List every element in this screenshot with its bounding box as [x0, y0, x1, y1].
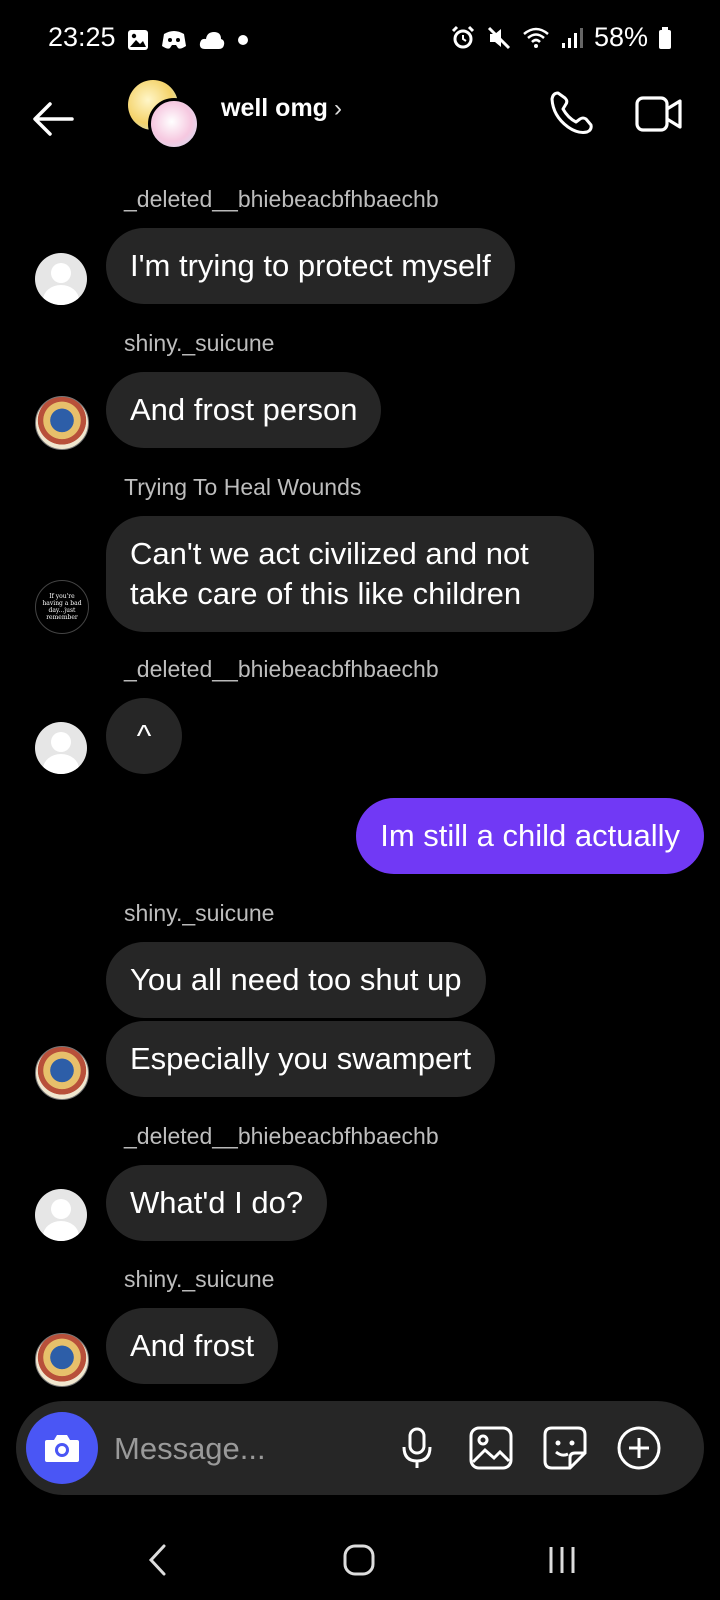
- message-bubble[interactable]: And frost: [106, 1308, 279, 1384]
- alarm-icon: [451, 25, 475, 48]
- heal-avatar[interactable]: If you're having a bad day...just rememb…: [35, 580, 89, 634]
- message-bubble[interactable]: What'd I do?: [106, 1165, 328, 1241]
- message-bubble[interactable]: And frost person: [106, 372, 382, 448]
- chat-title: well omg: [221, 94, 328, 122]
- dot-icon: [238, 35, 248, 45]
- my-message-bubble[interactable]: Im still a child actually: [356, 798, 704, 874]
- message-bubble[interactable]: Especially you swampert: [106, 1021, 496, 1097]
- group-avatar[interactable]: [128, 80, 200, 150]
- cloud-icon: [199, 32, 225, 49]
- default-avatar[interactable]: [35, 722, 87, 774]
- sender-name: shiny._suicune: [124, 900, 275, 926]
- chat-title-button[interactable]: well omg ›: [221, 94, 342, 123]
- message-input[interactable]: [112, 1423, 386, 1475]
- chevron-right-icon: ›: [333, 94, 342, 122]
- sender-name: _deleted__bhiebeacbfhbaechb: [124, 1123, 439, 1149]
- mute-icon: [487, 26, 511, 49]
- battery-percent: 58%: [593, 22, 648, 52]
- sender-name: shiny._suicune: [124, 330, 275, 356]
- message-bubble[interactable]: Can't we act civilized and not take care…: [106, 516, 594, 632]
- system-navigation-bar: [0, 1520, 720, 1600]
- wifi-icon: [523, 27, 549, 48]
- avatar-caption: If you're having a bad day...just rememb…: [42, 593, 82, 621]
- shiny-avatar[interactable]: [35, 1333, 89, 1387]
- sender-name: shiny._suicune: [124, 1266, 275, 1292]
- microphone-icon[interactable]: [394, 1425, 440, 1471]
- sticker-icon[interactable]: [542, 1425, 588, 1471]
- discord-notification-icon: [162, 31, 186, 49]
- nav-back-icon[interactable]: [146, 1542, 168, 1578]
- default-avatar[interactable]: [35, 1189, 87, 1241]
- nav-recents-icon[interactable]: [546, 1542, 578, 1578]
- image-notification-icon: [128, 30, 148, 50]
- phone-icon[interactable]: [546, 88, 596, 138]
- sender-name: _deleted__bhiebeacbfhbaechb: [124, 656, 439, 682]
- message-bubble[interactable]: I'm trying to protect myself: [106, 228, 515, 304]
- shiny-avatar[interactable]: [35, 396, 89, 450]
- gallery-icon[interactable]: [468, 1425, 514, 1471]
- status-bar: 23:25 58%: [0, 0, 720, 80]
- camera-button[interactable]: [26, 1412, 98, 1484]
- nav-home-icon[interactable]: [342, 1542, 376, 1578]
- video-camera-icon[interactable]: [634, 92, 684, 136]
- status-time: 23:25: [48, 22, 116, 52]
- shiny-avatar[interactable]: [35, 1046, 89, 1100]
- group-avatar-member-2: [148, 98, 200, 150]
- chat-header: well omg ›: [0, 80, 720, 180]
- camera-icon: [45, 1435, 79, 1462]
- battery-icon: [659, 26, 671, 49]
- sender-name: Trying To Heal Wounds: [124, 474, 362, 500]
- message-composer: [16, 1401, 704, 1495]
- message-bubble[interactable]: ^: [106, 698, 182, 774]
- sender-name: _deleted__bhiebeacbfhbaechb: [124, 186, 439, 212]
- back-arrow-icon[interactable]: [28, 94, 78, 144]
- plus-icon[interactable]: [616, 1425, 662, 1471]
- default-avatar[interactable]: [35, 253, 87, 305]
- signal-icon: [561, 27, 583, 48]
- message-bubble[interactable]: You all need too shut up: [106, 942, 486, 1018]
